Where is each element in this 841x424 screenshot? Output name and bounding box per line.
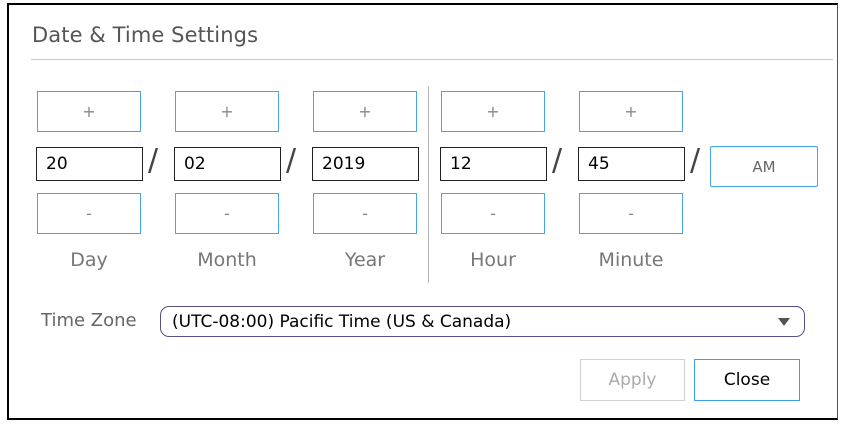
title-divider: [31, 59, 833, 60]
month-increment-button[interactable]: +: [175, 91, 279, 132]
hour-field[interactable]: 12: [440, 147, 547, 181]
close-button[interactable]: Close: [694, 359, 800, 401]
year-decrement-button[interactable]: -: [313, 193, 417, 234]
hour-increment-button[interactable]: +: [441, 91, 545, 132]
date-separator-2: /: [286, 143, 297, 178]
apply-button[interactable]: Apply: [580, 359, 685, 401]
am-pm-toggle-button[interactable]: AM: [710, 146, 818, 187]
time-zone-label: Time Zone: [41, 310, 137, 331]
time-separator-2: /: [690, 143, 701, 178]
date-time-divider: [428, 86, 429, 283]
day-decrement-button[interactable]: -: [37, 193, 141, 234]
minute-increment-button[interactable]: +: [579, 91, 683, 132]
minute-field[interactable]: 45: [578, 147, 685, 181]
minute-label: Minute: [598, 249, 664, 271]
hour-decrement-button[interactable]: -: [441, 193, 545, 234]
time-zone-select[interactable]: (UTC-08:00) Pacific Time (US & Canada): [160, 306, 805, 337]
date-separator-1: /: [148, 143, 159, 178]
month-decrement-button[interactable]: -: [175, 193, 279, 234]
hour-label: Hour: [470, 249, 516, 271]
month-field[interactable]: 02: [174, 147, 281, 181]
day-label: Day: [70, 249, 108, 271]
time-zone-selected-value: (UTC-08:00) Pacific Time (US & Canada): [172, 312, 512, 332]
time-separator-1: /: [552, 143, 563, 178]
dropdown-arrow-icon[interactable]: [778, 318, 790, 326]
year-field[interactable]: 2019: [312, 147, 419, 181]
minute-decrement-button[interactable]: -: [579, 193, 683, 234]
month-label: Month: [197, 249, 257, 271]
day-increment-button[interactable]: +: [37, 91, 141, 132]
day-field[interactable]: 20: [36, 147, 143, 181]
dialog-title: Date & Time Settings: [32, 23, 259, 47]
year-increment-button[interactable]: +: [313, 91, 417, 132]
year-label: Year: [344, 249, 386, 271]
